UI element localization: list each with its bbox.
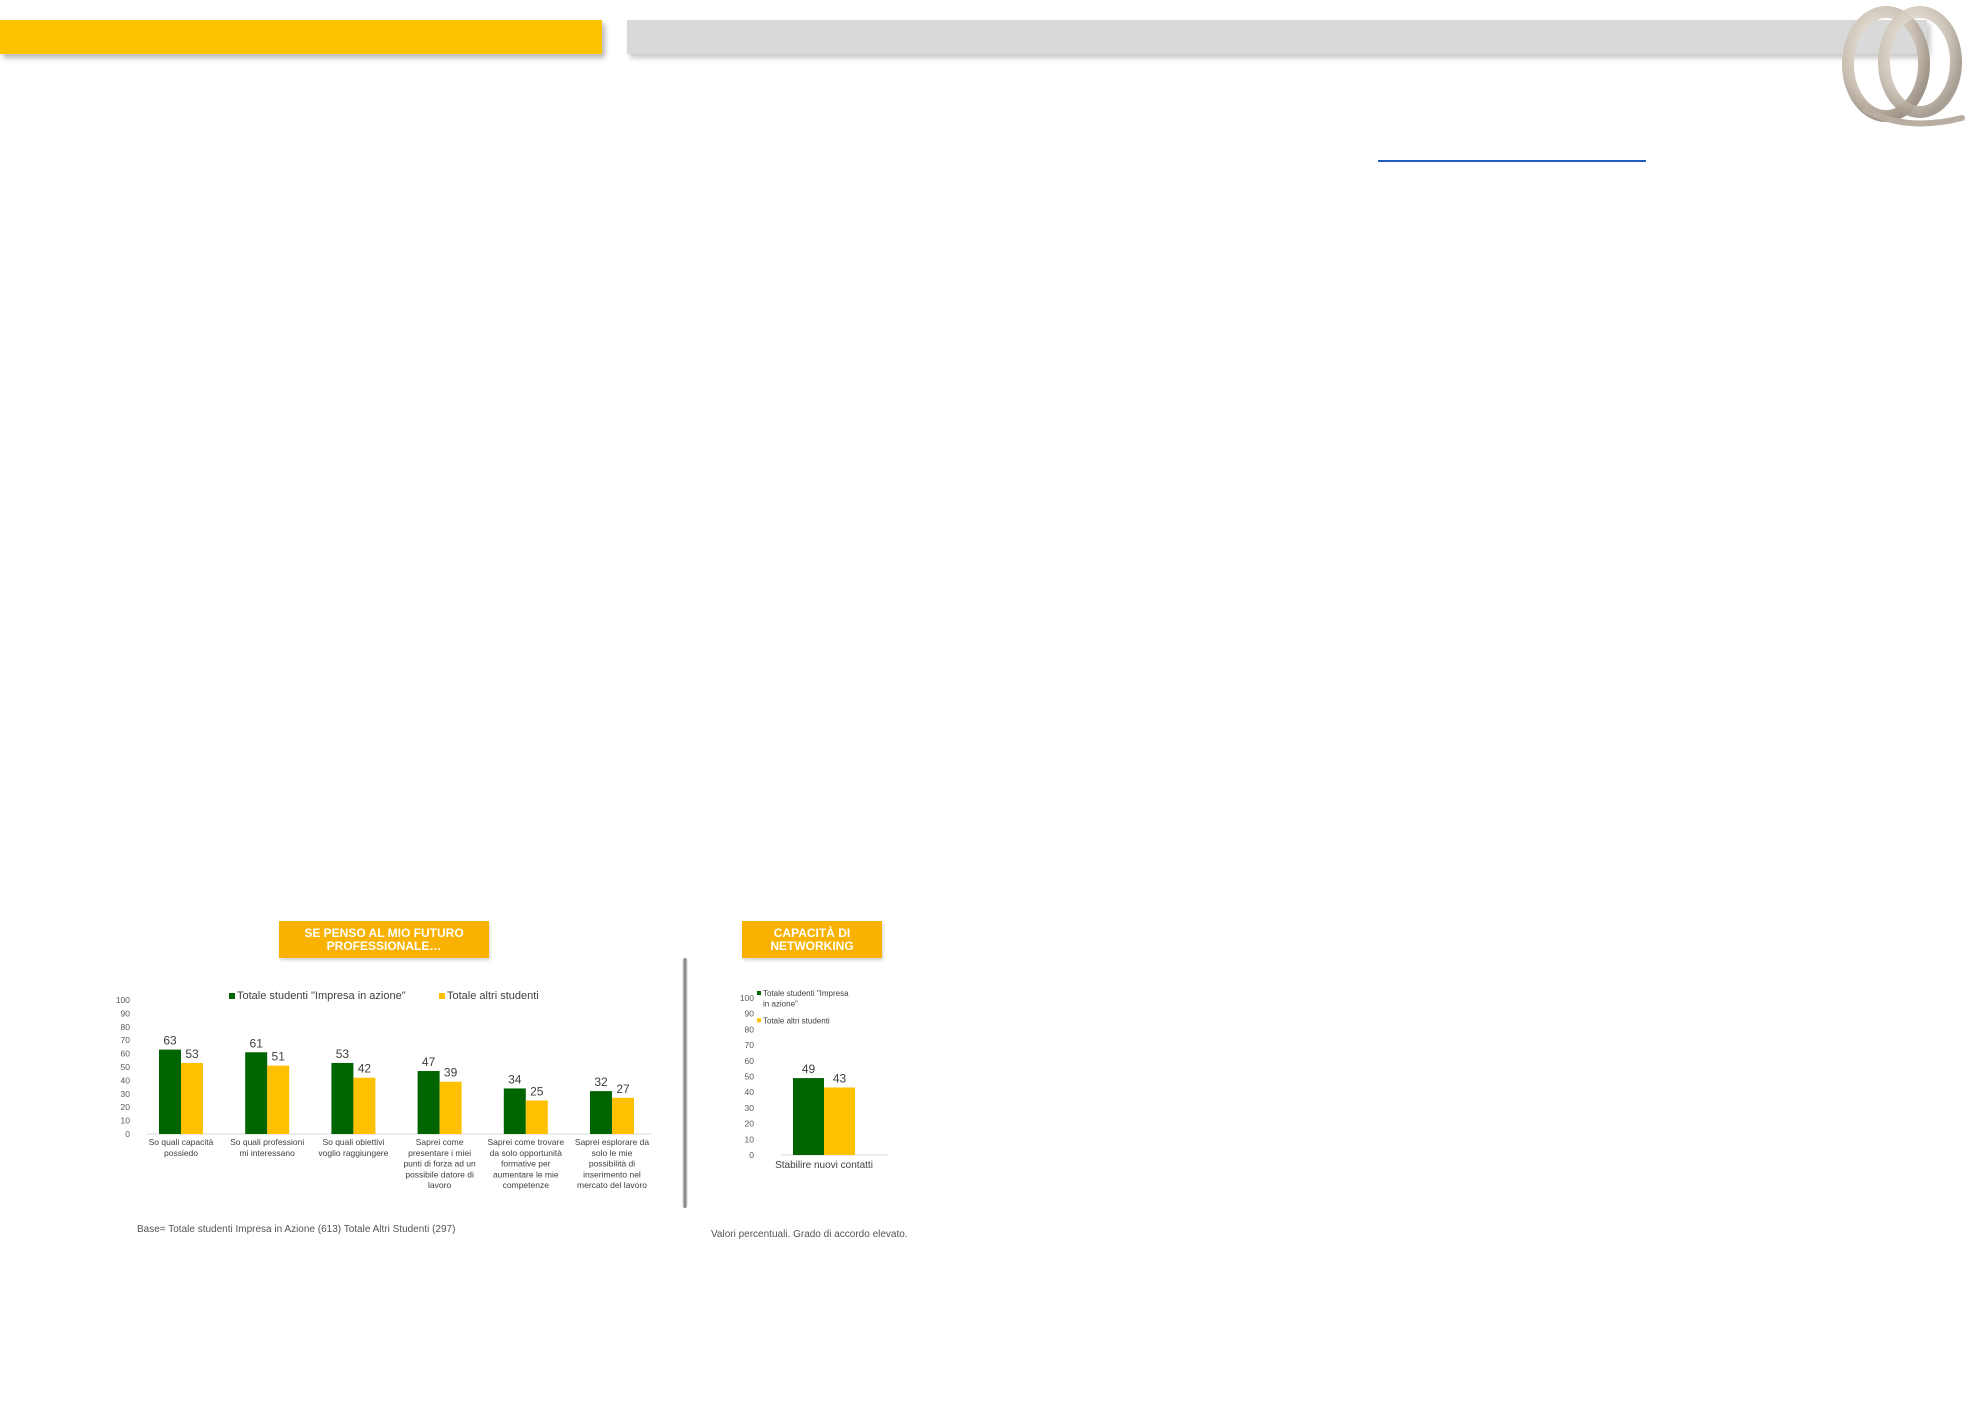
chart1-bar-altri — [267, 1065, 290, 1134]
chart2-ytick-label: 40 — [745, 1087, 755, 1097]
chart2-ytick-label: 90 — [745, 1009, 755, 1019]
chart1-bar-impresa — [503, 1088, 526, 1134]
chart1-bar-impresa — [159, 1049, 181, 1134]
chart1-ytick-label: 40 — [121, 1075, 131, 1085]
chart2-ytick-label: 50 — [745, 1072, 755, 1082]
chart1-ytick-label: 80 — [121, 1022, 131, 1032]
chart1-bar-altri — [181, 1062, 203, 1134]
chart2-category-label: Stabilire nuovi contatti — [775, 1160, 873, 1171]
chart1-data-label: 39 — [444, 1066, 458, 1080]
chart1-data-label: 34 — [508, 1072, 522, 1086]
chart2-ytick-label: 30 — [745, 1103, 755, 1113]
chart1-category-label: possibile datore di — [405, 1169, 474, 1179]
chart1-bar-impresa — [417, 1071, 440, 1134]
chart2-legend-label: Totale altri studenti — [763, 1016, 830, 1025]
chart1-category-label: formative per — [501, 1159, 551, 1169]
chart1-category-label: presentare i miei — [408, 1148, 471, 1158]
chart1-data-label: 47 — [422, 1055, 436, 1069]
chart1-ytick-label: 60 — [121, 1049, 131, 1059]
footnote-base: Base= Totale studenti Impresa in Azione … — [137, 1224, 456, 1235]
chart2-data-label: 43 — [833, 1071, 847, 1085]
chart1-category-label: possibilità di — [589, 1159, 635, 1169]
chart2-ytick-label: 70 — [745, 1040, 755, 1050]
chart1-category-label: competenze — [503, 1180, 550, 1190]
chart1-ytick-label: 0 — [125, 1129, 130, 1139]
chart1-legend-label: Totale studenti "Impresa in azione" — [237, 990, 406, 1002]
footnote-values: Valori percentuali. Grado di accordo ele… — [711, 1229, 908, 1240]
chart1-data-label: 53 — [336, 1047, 350, 1061]
chart1-ytick-label: 10 — [121, 1116, 131, 1126]
chart1-ytick-label: 30 — [121, 1089, 131, 1099]
chart2-bar-impresa — [793, 1078, 824, 1155]
chart1-category-label: solo le mie — [592, 1148, 633, 1158]
chart1-category-label: aumentare le mie — [493, 1169, 559, 1179]
chart1-data-label: 51 — [272, 1050, 286, 1064]
chart1-ytick-label: 90 — [121, 1008, 131, 1018]
chart2-data-label: 49 — [802, 1062, 816, 1076]
chart1-category-label: So quali professioni — [230, 1137, 304, 1147]
chart1-legend-swatch — [439, 993, 445, 999]
chart2-ytick-label: 80 — [745, 1024, 755, 1034]
chart2-ytick-label: 60 — [745, 1056, 755, 1066]
chart1-legend-label: Totale altri studenti — [447, 990, 539, 1002]
chart2-legend-swatch — [757, 991, 761, 995]
chart1-category-label: possiedo — [164, 1148, 198, 1158]
chart1-category-label: inserimento nel — [583, 1169, 641, 1179]
chart2-ytick-label: 10 — [745, 1134, 755, 1144]
chart1-legend-swatch — [229, 993, 235, 999]
chart1-category-label: mercato del lavoro — [577, 1180, 647, 1190]
chart1-data-label: 61 — [250, 1036, 264, 1050]
chart2-legend-label: Totale studenti "Impresa in azione" — [763, 989, 849, 1009]
chart1-data-label: 32 — [594, 1075, 608, 1089]
chart1-data-label: 27 — [616, 1082, 630, 1096]
chart1-bar-altri — [525, 1100, 548, 1134]
chart1-category-label: mi interessano — [240, 1148, 296, 1158]
chart1-category-label: punti di forza ad un — [403, 1159, 476, 1169]
chart2-legend-swatch — [757, 1018, 761, 1023]
chart1-category-label: So quali obiettivi — [322, 1137, 384, 1147]
bar-charts: 01020304050607080901006353So quali capac… — [116, 989, 888, 1190]
chart1-data-label: 53 — [185, 1047, 199, 1061]
chart2-ytick-label: 0 — [749, 1150, 754, 1160]
chart1-bar-impresa — [590, 1091, 612, 1134]
chart1-ytick-label: 20 — [121, 1102, 131, 1112]
chart1-bar-impresa — [245, 1052, 268, 1134]
chart1-data-label: 63 — [163, 1034, 177, 1048]
chart1-data-label: 42 — [358, 1062, 372, 1076]
chart2-bar-altri — [824, 1087, 855, 1155]
chart1-ytick-label: 50 — [121, 1062, 131, 1072]
chart1-category-label: da solo opportunità — [490, 1148, 563, 1158]
chart1-data-label: 25 — [530, 1085, 544, 1099]
chart1-bar-altri — [612, 1097, 634, 1134]
chart1-category-label: Saprei come — [416, 1137, 464, 1147]
chart1-category-label: Saprei esplorare da — [575, 1137, 649, 1147]
chart1-bar-altri — [353, 1077, 376, 1134]
chart1-category-label: So quali capacità — [149, 1137, 214, 1147]
chart1-category-label: Saprei come trovare — [488, 1137, 565, 1147]
chart1-ytick-label: 70 — [121, 1035, 131, 1045]
chart1-ytick-label: 100 — [116, 995, 130, 1005]
chart1-bar-impresa — [331, 1062, 354, 1134]
chart2-ytick-label: 100 — [740, 993, 754, 1003]
chart1-category-label: voglio raggiungere — [318, 1148, 388, 1158]
chart1-bar-altri — [439, 1081, 462, 1134]
chart1-category-label: lavoro — [428, 1180, 451, 1190]
chart2-ytick-label: 20 — [745, 1119, 755, 1129]
